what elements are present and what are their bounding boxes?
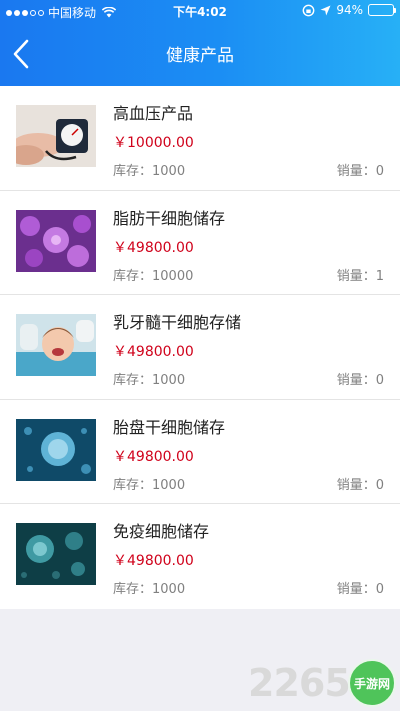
product-price: ￥49800.00 bbox=[113, 448, 194, 465]
nav-bar: 健康产品 bbox=[0, 22, 400, 86]
blood-pressure-monitor-image bbox=[16, 105, 96, 167]
child-dentist-image bbox=[16, 314, 96, 376]
product-item[interactable]: 免疫细胞储存 ￥49800.00 库存：1000 销量：0 bbox=[0, 504, 400, 609]
product-price: ￥49800.00 bbox=[113, 239, 194, 256]
watermark-number: 2265 bbox=[248, 661, 351, 705]
orientation-lock-icon bbox=[302, 4, 315, 16]
product-stock: 库存：1000 bbox=[113, 582, 186, 597]
product-image bbox=[16, 105, 96, 167]
product-item[interactable]: 胎盘干细胞储存 ￥49800.00 库存：1000 销量：0 bbox=[0, 400, 400, 504]
product-stock: 库存：10000 bbox=[113, 268, 194, 284]
product-price: ￥49800.00 bbox=[113, 553, 194, 569]
product-sales: 销量：0 bbox=[336, 477, 384, 493]
product-name: 脂肪干细胞储存 bbox=[113, 208, 226, 228]
product-list: 高血压产品 ￥10000.00 库存：1000 销量：0 脂肪干细胞储存 ￥49… bbox=[0, 86, 400, 609]
product-stock: 库存：1000 bbox=[113, 373, 186, 388]
header: 中国移动 下午4:02 94% 健康产品 bbox=[0, 0, 400, 86]
product-stock: 库存：1000 bbox=[113, 164, 186, 179]
purple-cells-image bbox=[16, 209, 96, 272]
teal-cells-image bbox=[16, 523, 96, 585]
product-sales: 销量：0 bbox=[336, 373, 384, 388]
product-image bbox=[16, 209, 96, 272]
battery-icon bbox=[368, 4, 396, 16]
product-image bbox=[16, 418, 96, 481]
product-name: 乳牙髓干细胞存储 bbox=[113, 313, 242, 332]
product-name: 高血压产品 bbox=[113, 104, 194, 123]
watermark-badge: 手游网 bbox=[348, 659, 396, 707]
product-price: ￥49800.00 bbox=[113, 344, 194, 360]
watermark: 2265 手游网 bbox=[248, 659, 396, 707]
product-image bbox=[16, 523, 96, 585]
product-item[interactable]: 脂肪干细胞储存 ￥49800.00 库存：10000 销量：1 bbox=[0, 191, 400, 295]
product-sales: 销量：0 bbox=[336, 164, 384, 179]
product-name: 胎盘干细胞储存 bbox=[113, 417, 226, 437]
product-name: 免疫细胞储存 bbox=[113, 522, 210, 541]
product-item[interactable]: 乳牙髓干细胞存储 ￥49800.00 库存：1000 销量：0 bbox=[0, 295, 400, 400]
product-sales: 销量：1 bbox=[336, 268, 384, 284]
location-arrow-icon bbox=[320, 5, 331, 15]
product-price: ￥10000.00 bbox=[113, 135, 194, 151]
blue-cell-image bbox=[16, 418, 96, 481]
status-bar: 中国移动 下午4:02 94% bbox=[0, 0, 400, 22]
watermark-badge-label: 手游网 bbox=[353, 676, 390, 691]
product-item[interactable]: 高血压产品 ￥10000.00 库存：1000 销量：0 bbox=[0, 86, 400, 191]
page-title: 健康产品 bbox=[166, 46, 234, 66]
product-sales: 销量：0 bbox=[336, 582, 384, 597]
product-stock: 库存：1000 bbox=[113, 477, 186, 493]
battery-percent: 94% bbox=[336, 3, 363, 17]
product-image bbox=[16, 314, 96, 376]
